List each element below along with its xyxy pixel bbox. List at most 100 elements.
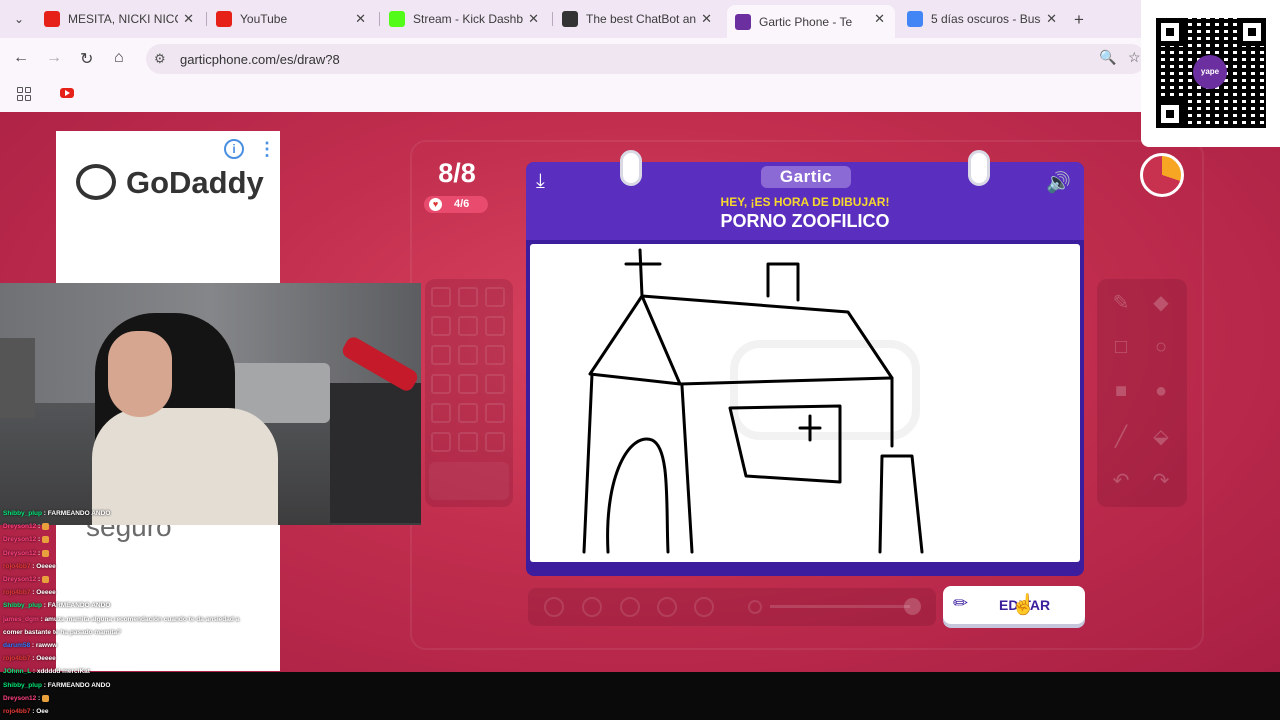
undo-icon[interactable]: ↶ <box>1109 469 1133 493</box>
chat-username: Dreyson12 <box>3 695 37 703</box>
new-tab-icon[interactable]: + <box>1074 10 1084 30</box>
brush-size-xl[interactable] <box>694 597 714 617</box>
line-tool-icon[interactable]: ╱ <box>1109 425 1133 449</box>
chat-message: Dreyson12 : <box>3 523 50 531</box>
close-tab-icon[interactable]: ✕ <box>1046 11 1057 27</box>
ad-brand-name: GoDaddy <box>126 165 264 200</box>
browser-tab[interactable]: MESITA, NICKI NICOLE ✕ <box>36 5 204 33</box>
ad-info-icon[interactable]: i <box>224 139 244 159</box>
tab-search-icon[interactable]: ⌄ <box>8 8 30 30</box>
chat-username: rojo4bb7 <box>3 708 31 715</box>
youtube-icon <box>216 11 232 27</box>
chat-username: Dreyson12 <box>3 536 37 544</box>
color-swatch[interactable] <box>431 287 451 307</box>
chat-message: darum58 : rawww <box>3 642 57 650</box>
sketch-cross-vertical <box>638 248 644 298</box>
redo-icon[interactable]: ↷ <box>1149 469 1173 493</box>
site-info-icon[interactable]: ⚙ <box>154 51 166 67</box>
color-swatch[interactable] <box>485 287 505 307</box>
youtube-bookmark-icon[interactable] <box>60 88 74 98</box>
players-badge: ♥ 4/6 <box>424 196 488 213</box>
chat-message: JOhnn_L : xddddd merciKat <box>3 668 90 676</box>
screen: ⌄ MESITA, NICKI NICOLE✕YouTube✕Stream - … <box>0 0 1280 720</box>
ellipse-outline-tool-icon[interactable]: ○ <box>1149 335 1173 359</box>
custom-color-button[interactable] <box>429 462 509 500</box>
tab-title: Stream - Kick Dashboard <box>413 12 523 26</box>
color-swatch[interactable] <box>431 316 451 336</box>
chat-message: Dreyson12 : <box>3 694 50 703</box>
eraser-tool-icon[interactable]: ◆ <box>1149 291 1173 315</box>
address-bar[interactable]: ⚙ garticphone.com/es/draw?8 🔍 ☆ <box>146 44 1146 74</box>
browser-tab[interactable]: Gartic Phone - Te ✕ <box>727 5 895 38</box>
browser-tab[interactable]: YouTube ✕ <box>208 5 376 33</box>
forward-icon[interactable]: → <box>46 49 62 67</box>
apps-grid-icon[interactable] <box>17 87 31 101</box>
rectangle-fill-tool-icon[interactable]: ■ <box>1109 379 1133 403</box>
color-swatch[interactable] <box>431 432 451 452</box>
chat-text: Oeeee <box>36 562 56 570</box>
close-tab-icon[interactable]: ✕ <box>701 11 712 27</box>
bookmark-star-icon[interactable]: ☆ <box>1128 49 1141 66</box>
color-swatch[interactable] <box>431 374 451 394</box>
download-icon[interactable]: ⤓ <box>536 170 545 193</box>
browser-tab[interactable]: Stream - Kick Dashboard ✕ <box>381 5 549 33</box>
home-icon[interactable]: ⌂ <box>114 49 124 67</box>
tab-strip: ⌄ MESITA, NICKI NICOLE✕YouTube✕Stream - … <box>0 0 1280 38</box>
browser-tab[interactable]: 5 días oscuros - Busc ✕ <box>899 5 1067 33</box>
yape-logo: yape <box>1193 55 1227 89</box>
color-swatch[interactable] <box>458 374 478 394</box>
color-swatch[interactable] <box>458 403 478 423</box>
close-tab-icon[interactable]: ✕ <box>874 11 885 27</box>
back-icon[interactable]: ← <box>13 49 29 67</box>
opacity-slider[interactable] <box>770 605 910 608</box>
yape-qr-code: yape <box>1141 0 1280 147</box>
chat-username: JOhnn_L <box>3 668 32 676</box>
pencil-icon: ✏ <box>953 593 969 613</box>
brush-size-xs[interactable] <box>544 597 564 617</box>
chat-username: rojo4bb7 <box>3 589 31 597</box>
board-ring <box>968 150 990 186</box>
chat-username: Shibby_plup <box>3 681 42 689</box>
color-swatch[interactable] <box>458 287 478 307</box>
color-swatch[interactable] <box>485 432 505 452</box>
brush-size-s[interactable] <box>582 597 602 617</box>
color-swatch[interactable] <box>485 316 505 336</box>
color-swatch[interactable] <box>458 432 478 452</box>
round-counter: 8/8 <box>438 158 476 188</box>
drawing-canvas[interactable] <box>530 244 1080 562</box>
sound-icon[interactable]: 🔊 <box>1046 170 1071 195</box>
color-swatch[interactable] <box>485 403 505 423</box>
browser-tab[interactable]: The best ChatBot and ✕ <box>554 5 722 33</box>
close-tab-icon[interactable]: ✕ <box>183 11 194 27</box>
zoom-icon[interactable]: 🔍 <box>1099 49 1116 66</box>
chat-emote-icon <box>42 536 50 544</box>
chat-message: Dreyson12 : <box>3 576 50 584</box>
tab-title: YouTube <box>240 12 288 26</box>
chat-username: Dreyson12 <box>3 549 37 557</box>
heart-icon: ♥ <box>429 198 442 211</box>
chat-message: rojo4bb7 : Oeeee <box>3 563 56 571</box>
close-tab-icon[interactable]: ✕ <box>528 11 539 27</box>
color-swatch[interactable] <box>458 316 478 336</box>
brush-size-m[interactable] <box>620 597 640 617</box>
color-swatch[interactable] <box>485 374 505 394</box>
rectangle-outline-tool-icon[interactable]: □ <box>1109 335 1133 359</box>
chat-text: Oee <box>36 708 49 715</box>
sketch-drawing <box>582 248 924 554</box>
instruction-text: HEY, ¡ES HORA DE DIBUJAR! <box>720 195 890 209</box>
pencil-tool-icon[interactable]: ✎ <box>1109 291 1133 315</box>
tab-title: Gartic Phone - Te <box>759 14 853 29</box>
bucket-tool-icon[interactable]: ⬙ <box>1149 425 1173 449</box>
opacity-slider-knob[interactable] <box>904 598 921 615</box>
ad-more-icon[interactable]: ⋮ <box>258 139 276 159</box>
color-swatch[interactable] <box>485 345 505 365</box>
color-swatch[interactable] <box>431 345 451 365</box>
color-swatch[interactable] <box>458 345 478 365</box>
close-tab-icon[interactable]: ✕ <box>355 11 366 27</box>
reload-icon[interactable]: ↻ <box>80 49 93 69</box>
ellipse-fill-tool-icon[interactable]: ● <box>1149 379 1173 403</box>
tab-title: MESITA, NICKI NICOLE <box>68 12 178 26</box>
brush-size-l[interactable] <box>657 597 677 617</box>
chat-text: FARMEANDO ANDO <box>47 510 111 517</box>
color-swatch[interactable] <box>431 403 451 423</box>
